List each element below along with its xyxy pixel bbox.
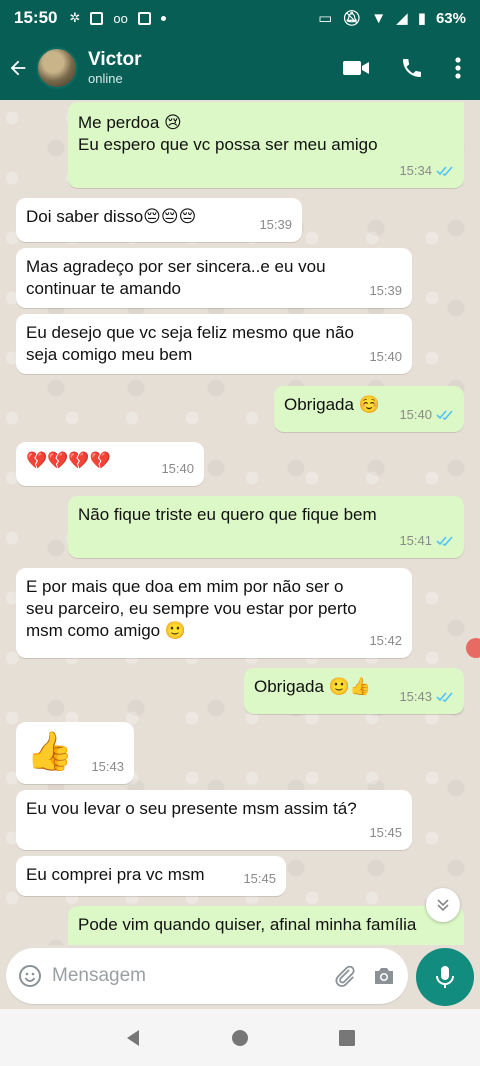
- message-bubble[interactable]: Pode vim quando quiser, afinal minha fam…: [68, 906, 464, 945]
- message-time: 15:41: [399, 533, 432, 548]
- contact-name: Victor: [88, 49, 142, 70]
- back-button[interactable]: [0, 36, 36, 100]
- contact-status: online: [88, 71, 123, 86]
- message-placeholder: Mensagem: [52, 965, 146, 986]
- arrow-left-icon: [10, 60, 26, 76]
- scroll-down-button[interactable]: [426, 888, 460, 922]
- message-input[interactable]: Mensagem: [6, 948, 408, 1004]
- chat-header: Victor online relatosdeumahistoria: [0, 36, 480, 130]
- message-time: 15:40: [399, 407, 432, 422]
- nav-back-icon[interactable]: [123, 1028, 143, 1048]
- notification-icons: ✲ oo: [69, 10, 166, 26]
- message-bubble[interactable]: Obrigada ☺️ 15:40: [274, 386, 464, 432]
- paperclip-icon[interactable]: [332, 964, 356, 988]
- message-time: 15:39: [369, 283, 402, 298]
- system-icons: ▭ 🔕︎ ▼ ◢ ▮ 63%: [318, 9, 466, 28]
- status-bar: 15:50 ✲ oo ▭ 🔕︎ ▼ ◢ ▮ 63%: [0, 0, 480, 36]
- read-ticks-icon: [436, 692, 453, 702]
- nav-recents-icon[interactable]: [337, 1028, 357, 1048]
- message-bubble[interactable]: Não fique triste eu quero que fique bem …: [68, 496, 464, 558]
- message-bubble[interactable]: 👍 15:43: [16, 722, 134, 784]
- signal-icon: ◢: [396, 10, 408, 27]
- facebook-icon: [90, 11, 104, 25]
- mute-icon: 🔕︎: [342, 10, 362, 27]
- message-text: Pode vim quando quiser, afinal minha fam…: [78, 915, 417, 934]
- message-text: Me perdoa 😢 Eu espero que vc possa ser m…: [78, 113, 378, 154]
- video-call-icon[interactable]: [342, 58, 370, 78]
- message-time: 15:34: [399, 163, 432, 178]
- voicemail-icon: oo: [113, 10, 128, 26]
- app-icon: [137, 11, 151, 25]
- message-time: 15:40: [369, 349, 402, 364]
- message-time: 15:45: [243, 871, 276, 886]
- battery-level: 63%: [435, 9, 466, 27]
- system-nav-bar: [0, 1009, 480, 1066]
- message-time: 15:45: [369, 825, 402, 840]
- message-bubble[interactable]: Doi saber disso😔😔😔 15:39: [16, 198, 302, 242]
- message-text: Eu vou levar o seu presente msm assim tá…: [26, 799, 357, 818]
- camera-icon[interactable]: [372, 965, 396, 987]
- message-bubble[interactable]: Mas agradeço por ser sincera..e eu vou c…: [16, 248, 412, 308]
- more-vert-icon[interactable]: [454, 56, 462, 80]
- nav-home-icon[interactable]: [230, 1028, 250, 1048]
- message-bubble[interactable]: E por mais que doa em mim por não ser o …: [16, 568, 412, 658]
- message-bubble[interactable]: Eu desejo que vc seja feliz mesmo que nã…: [16, 314, 412, 374]
- message-bubble[interactable]: Eu comprei pra vc msm 15:45: [16, 856, 286, 896]
- composer-bar: Mensagem: [0, 945, 480, 1009]
- message-bubble[interactable]: 💔💔💔💔 15:40: [16, 442, 204, 486]
- wifi-icon: ▼: [371, 9, 387, 27]
- phone-icon[interactable]: [400, 56, 424, 80]
- read-ticks-icon: [436, 410, 453, 420]
- message-text: Mas agradeço por ser sincera..e eu vou c…: [26, 257, 326, 298]
- more-notifications-icon: [160, 15, 166, 21]
- message-text: E por mais que doa em mim por não ser o …: [26, 577, 357, 640]
- message-text: Doi saber disso😔😔😔: [26, 207, 197, 226]
- mic-button[interactable]: [416, 948, 474, 1006]
- message-list[interactable]: Me perdoa 😢 Eu espero que vc possa ser m…: [0, 100, 480, 945]
- message-bubble[interactable]: Me perdoa 😢 Eu espero que vc possa ser m…: [68, 102, 464, 188]
- floating-bubble[interactable]: [466, 638, 480, 658]
- avatar[interactable]: [36, 47, 78, 89]
- message-time: 15:43: [91, 759, 124, 774]
- chevron-double-down-icon: [437, 899, 449, 912]
- status-time: 15:50: [14, 8, 58, 27]
- mic-icon: [436, 966, 454, 988]
- battery-icon: ▮: [417, 10, 426, 27]
- message-text: Eu desejo que vc seja feliz mesmo que nã…: [26, 323, 354, 364]
- message-bubble[interactable]: Obrigada 🙂👍 15:43: [244, 668, 464, 714]
- message-text: Eu comprei pra vc msm: [26, 865, 205, 884]
- message-time: 15:43: [399, 689, 432, 704]
- emoji-icon[interactable]: [18, 964, 42, 988]
- notification-icon: ✲: [69, 10, 81, 25]
- cast-icon: ▭: [318, 10, 333, 27]
- contact-info[interactable]: Victor online: [88, 49, 142, 87]
- read-ticks-icon: [436, 166, 453, 176]
- message-time: 15:39: [259, 217, 292, 232]
- read-ticks-icon: [436, 536, 453, 546]
- message-time: 15:42: [369, 633, 402, 648]
- message-bubble[interactable]: Eu vou levar o seu presente msm assim tá…: [16, 790, 412, 850]
- message-time: 15:40: [161, 461, 194, 476]
- message-text: Não fique triste eu quero que fique bem: [78, 505, 377, 524]
